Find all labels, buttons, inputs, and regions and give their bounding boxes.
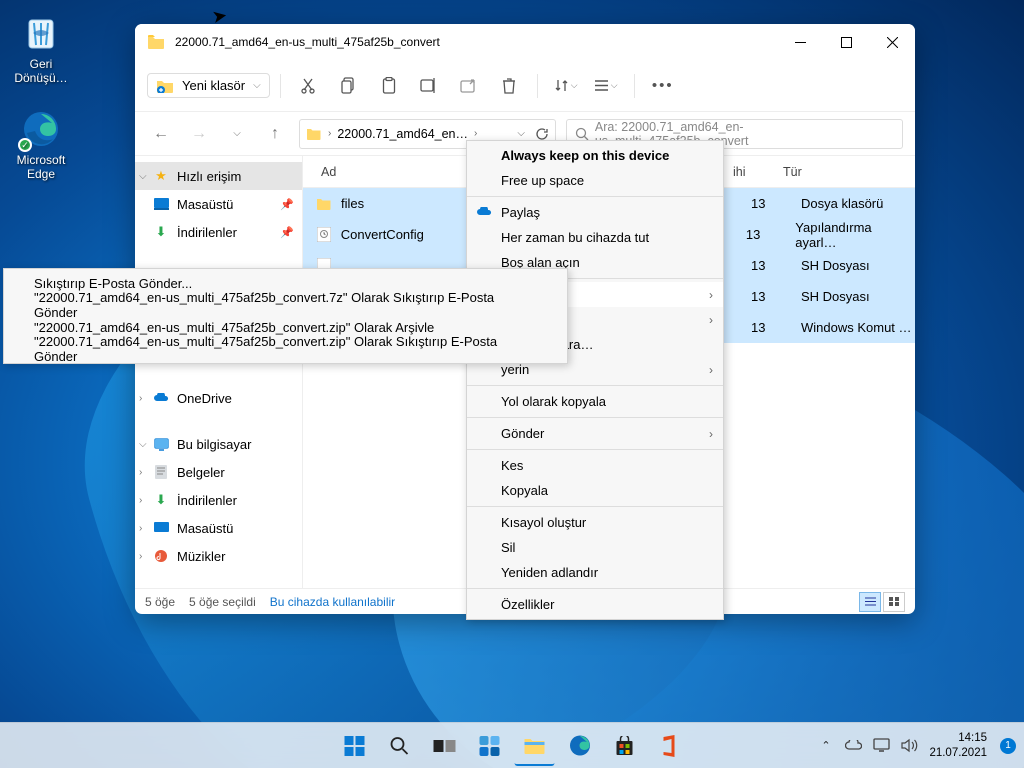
chevron-right-icon: › — [709, 363, 713, 377]
chevron-right-icon: › — [709, 427, 713, 441]
back-button[interactable]: ← — [147, 120, 175, 148]
selected-count: 5 öğe seçildi — [189, 595, 256, 609]
sidebar-item-desktop[interactable]: Masaüstü📌 — [135, 190, 302, 218]
forward-button[interactable]: → — [185, 120, 213, 148]
sidebar-pc-documents[interactable]: ›Belgeler — [135, 458, 302, 486]
chevron-right-icon: › — [709, 288, 713, 302]
paste-button[interactable] — [371, 68, 407, 104]
chevron-right-icon: › — [709, 313, 713, 327]
cloud-icon — [475, 204, 493, 222]
tray-chevron-icon[interactable]: ⌃ — [817, 737, 834, 754]
ctx-free-up[interactable]: Free up space — [467, 168, 723, 193]
copy-button[interactable] — [331, 68, 367, 104]
edge-icon[interactable]: ✓ Microsoft Edge — [4, 108, 78, 181]
view-thumbnails-button[interactable] — [883, 592, 905, 612]
maximize-button[interactable] — [823, 24, 869, 60]
view-button[interactable]: ⌵ — [588, 68, 624, 104]
network-tray-icon[interactable] — [873, 737, 890, 754]
sidebar-pc-music[interactable]: ›Müzikler — [135, 542, 302, 570]
item-count: 5 öğe — [145, 595, 175, 609]
close-button[interactable] — [869, 24, 915, 60]
sidebar-item-downloads[interactable]: ⬇İndirilenler📌 — [135, 218, 302, 246]
ctx-cut[interactable]: Kes — [467, 453, 723, 478]
ctx-delete[interactable]: Sil — [467, 535, 723, 560]
notification-badge[interactable]: 1 — [1000, 738, 1016, 754]
ctx-send[interactable]: Gönder› — [467, 421, 723, 446]
titlebar[interactable]: 22000.71_amd64_en-us_multi_475af25b_conv… — [135, 24, 915, 60]
new-folder-icon — [156, 78, 174, 93]
recycle-label: Geri Dönüşü… — [4, 57, 78, 85]
share-button[interactable] — [451, 68, 487, 104]
addr-dropdown-icon[interactable]: ⌵ — [517, 128, 525, 139]
ctx-always-keep[interactable]: Always keep on this device — [467, 143, 723, 168]
sidebar-this-pc[interactable]: ⌵Bu bilgisayar — [135, 430, 302, 458]
widgets-button[interactable] — [470, 726, 510, 766]
taskview-button[interactable] — [425, 726, 465, 766]
ctx-copy[interactable]: Kopyala — [467, 478, 723, 503]
office-button[interactable] — [650, 726, 690, 766]
edge-taskbar-button[interactable] — [560, 726, 600, 766]
search-icon — [575, 127, 589, 141]
availability-status: Bu cihazda kullanılabilir — [270, 595, 395, 609]
clock[interactable]: 14:1521.07.2021 — [929, 731, 987, 760]
recycle-bin-icon[interactable]: Geri Dönüşü… — [4, 12, 78, 85]
taskbar: ⌃ 14:1521.07.2021 1 — [0, 722, 1024, 768]
ctx-rename[interactable]: Yeniden adlandır — [467, 560, 723, 585]
context-menu: Always keep on this device Free up space… — [466, 140, 724, 620]
sort-button[interactable]: ⌵ — [548, 68, 584, 104]
more-button[interactable]: ••• — [645, 68, 681, 104]
refresh-button[interactable] — [535, 127, 549, 141]
folder-icon — [147, 34, 165, 50]
toolbar: Yeni klasör ⌵ ⌵ ⌵ ••• — [135, 60, 915, 112]
sidebar-pc-desktop[interactable]: ›Masaüstü — [135, 514, 302, 542]
up-button[interactable]: ↑ — [261, 120, 289, 148]
new-folder-button[interactable]: Yeni klasör ⌵ — [147, 73, 270, 98]
explorer-button[interactable] — [515, 726, 555, 766]
sidebar-quick-access[interactable]: ⌵★Hızlı erişim — [135, 162, 302, 190]
ctx-always-device[interactable]: Her zaman bu cihazda tut — [467, 225, 723, 250]
store-button[interactable] — [605, 726, 645, 766]
submenu-item[interactable]: "22000.71_amd64_en-us_multi_475af25b_con… — [4, 338, 567, 360]
folder-icon — [306, 127, 322, 140]
delete-button[interactable] — [491, 68, 527, 104]
pin-icon: 📌 — [280, 198, 294, 211]
pin-icon: 📌 — [280, 226, 294, 239]
ctx-properties[interactable]: Özellikler — [467, 592, 723, 617]
submenu-item[interactable]: "22000.71_amd64_en-us_multi_475af25b_con… — [4, 294, 567, 316]
start-button[interactable] — [335, 726, 375, 766]
edge-label: Microsoft Edge — [4, 153, 78, 181]
view-details-button[interactable] — [859, 592, 881, 612]
rename-button[interactable] — [411, 68, 447, 104]
window-title: 22000.71_amd64_en-us_multi_475af25b_conv… — [175, 35, 777, 49]
sidebar-pc-downloads[interactable]: ›⬇İndirilenler — [135, 486, 302, 514]
sidebar-onedrive[interactable]: ›OneDrive — [135, 384, 302, 412]
ctx-shortcut[interactable]: Kısayol oluştur — [467, 510, 723, 535]
cut-button[interactable] — [291, 68, 327, 104]
recent-dropdown[interactable]: ⌵ — [223, 120, 251, 148]
sidebar: ⌵★Hızlı erişim Masaüstü📌 ⬇İndirilenler📌 … — [135, 156, 303, 588]
search-button[interactable] — [380, 726, 420, 766]
volume-tray-icon[interactable] — [901, 737, 918, 754]
submenu: Sıkıştırıp E-Posta Gönder... "22000.71_a… — [3, 268, 568, 364]
ctx-share[interactable]: Paylaş — [467, 200, 723, 225]
minimize-button[interactable] — [777, 24, 823, 60]
onedrive-tray-icon[interactable] — [845, 737, 862, 754]
ctx-copy-path[interactable]: Yol olarak kopyala — [467, 389, 723, 414]
